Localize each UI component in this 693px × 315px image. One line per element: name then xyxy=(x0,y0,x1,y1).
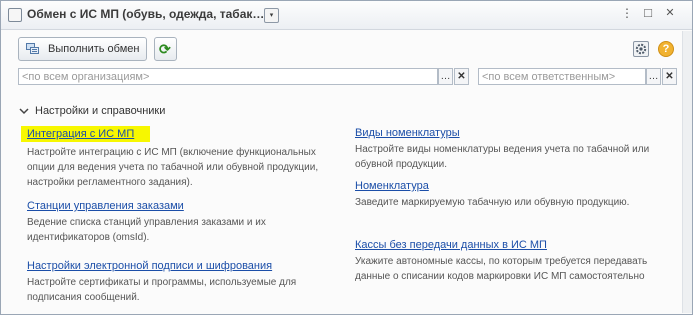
nomenclature-description: Заведите маркируемую табачную или обувну… xyxy=(355,197,630,208)
signature-settings-description: Настройте сертификаты и программы, испол… xyxy=(27,277,297,303)
vertical-scrollbar[interactable] xyxy=(682,31,692,313)
chevron-down-icon xyxy=(19,108,29,115)
execute-exchange-label: Выполнить обмен xyxy=(48,43,140,55)
list-item-oms-stations: Станции управления заказами Ведение спис… xyxy=(27,200,327,245)
maximize-icon[interactable]: □ xyxy=(640,5,656,21)
responsible-filter-input[interactable] xyxy=(479,69,645,84)
signature-settings-link[interactable]: Настройки электронной подписи и шифрован… xyxy=(27,260,272,272)
refresh-button[interactable]: ⟳ xyxy=(154,37,177,61)
nomenclature-types-description: Настройте виды номенклатуры ведения учет… xyxy=(355,144,650,170)
section-title: Настройки и справочники xyxy=(35,105,166,117)
execute-exchange-button[interactable]: Выполнить обмен xyxy=(18,37,147,61)
window-icon xyxy=(8,8,22,22)
integration-description: Настройте интеграцию с ИС МП (включение … xyxy=(27,147,319,188)
title-dropdown-button[interactable]: ▾ xyxy=(264,8,279,23)
offline-cash-registers-description: Укажите автономные кассы, по которым тре… xyxy=(355,256,648,282)
list-item-nomenclature-types: Виды номенклатуры Настройте виды номенкл… xyxy=(355,127,677,172)
oms-stations-link[interactable]: Станции управления заказами xyxy=(27,200,184,212)
offline-cash-registers-link[interactable]: Кассы без передачи данных в ИС МП xyxy=(355,239,547,251)
organization-filter-input[interactable] xyxy=(19,69,437,84)
organization-clear-icon[interactable]: ✕ xyxy=(454,68,469,85)
responsible-select-button[interactable]: … xyxy=(646,68,661,85)
refresh-icon: ⟳ xyxy=(159,41,171,57)
nomenclature-link[interactable]: Номенклатура xyxy=(355,180,429,192)
settings-button[interactable] xyxy=(633,41,649,57)
oms-stations-description: Ведение списка станций управления заказа… xyxy=(27,217,266,243)
list-item-offline-cash-registers: Кассы без передачи данных в ИС МП Укажит… xyxy=(355,239,677,284)
close-icon[interactable]: ✕ xyxy=(662,5,678,21)
exchange-window: Обмен с ИС МП (обувь, одежда, табак…) ▾ … xyxy=(0,0,693,315)
responsible-filter xyxy=(478,68,646,85)
window-title: Обмен с ИС МП (обувь, одежда, табак…) xyxy=(27,7,269,21)
organization-select-button[interactable]: … xyxy=(438,68,453,85)
list-item-integration: Интеграция с ИС МП Настройте интеграцию … xyxy=(21,126,345,190)
exchange-icon xyxy=(26,43,39,54)
responsible-clear-icon[interactable]: ✕ xyxy=(662,68,677,85)
gear-icon xyxy=(635,43,647,55)
integration-link[interactable]: Интеграция с ИС МП xyxy=(21,126,151,142)
nomenclature-types-link[interactable]: Виды номенклатуры xyxy=(355,127,460,139)
menu-icon[interactable]: ⋮ xyxy=(619,5,635,21)
help-button[interactable]: ? xyxy=(658,41,674,57)
title-bar: Обмен с ИС МП (обувь, одежда, табак…) ▾ … xyxy=(1,1,692,30)
list-item-signature-settings: Настройки электронной подписи и шифрован… xyxy=(27,260,327,305)
list-item-nomenclature: Номенклатура Заведите маркируемую табачн… xyxy=(355,180,677,210)
organization-filter xyxy=(18,68,438,85)
